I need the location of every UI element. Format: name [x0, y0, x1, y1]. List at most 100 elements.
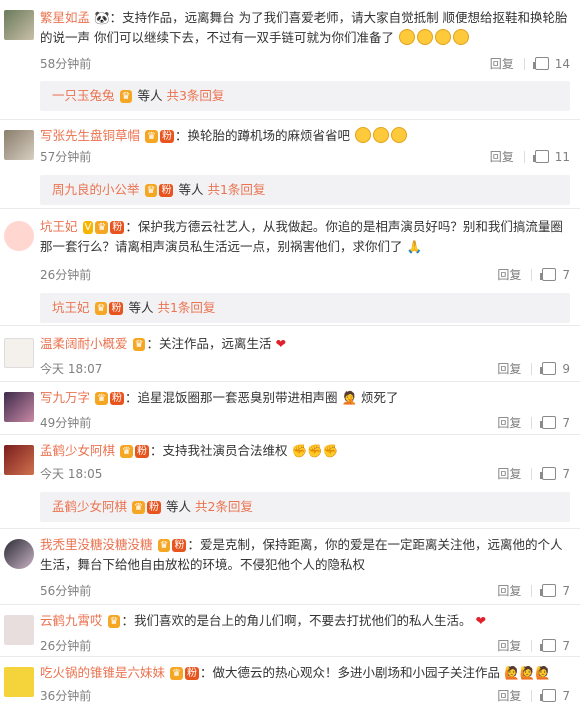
avatar[interactable] [4, 445, 34, 475]
timestamp: 36分钟前 [40, 689, 92, 703]
comment-body: 写九万字 ♛ 粉：追星混饭圈那一套恶臭别带进相声圈 🤦 烦死了 [40, 390, 399, 405]
heart-icon: ❤ [475, 613, 486, 628]
comment-body: 繁星如孟 🐼：支持作品，远离舞台 为了我们喜爱老师，请大家自觉抵制 顺便想给抠鞋… [40, 10, 568, 45]
like-button[interactable]: 7 [540, 267, 570, 282]
fan-badge-icon: 粉 [159, 130, 174, 143]
like-count: 14 [554, 56, 570, 71]
divider [0, 325, 580, 326]
divider [531, 584, 533, 597]
username[interactable]: 坑王妃 [40, 219, 78, 234]
like-count: 7 [562, 415, 570, 430]
sub-reply-count[interactable]: 共3条回复 [166, 88, 224, 103]
sub-replies-bar[interactable]: 周九良的小公举 ♛ 粉 等人 共1条回复 [40, 175, 570, 205]
thumbs-up-icon [532, 57, 549, 70]
like-count: 7 [562, 267, 570, 282]
reply-button[interactable]: 回复 [497, 465, 521, 482]
like-count: 7 [562, 688, 570, 703]
crown-badge-icon: ♛ [132, 501, 145, 514]
timestamp: 56分钟前 [40, 584, 92, 598]
comment-meta: 今天 18:05 回复 7 [40, 465, 570, 483]
comment-feed: 繁星如孟 🐼：支持作品，远离舞台 为了我们喜爱老师，请大家自觉抵制 顺便想给抠鞋… [0, 0, 580, 707]
username[interactable]: 繁星如孟 [40, 10, 90, 25]
sub-replies-bar[interactable]: 坑王妃 ♛ 粉 等人 共1条回复 [40, 293, 570, 323]
divider [0, 119, 580, 120]
username[interactable]: 云鹤九霄哎 [40, 613, 103, 628]
username[interactable]: 写九万字 [40, 390, 90, 405]
username[interactable]: 吃火锅的锥锥是六妹妹 [40, 665, 165, 680]
sub-replies-bar[interactable]: 一只玉兔兔 ♛ 等人 共3条回复 [40, 81, 570, 111]
comment-meta: 36分钟前 回复 7 [40, 687, 570, 705]
thumbs-up-icon [540, 689, 557, 702]
reply-button[interactable]: 回复 [490, 55, 514, 72]
like-button[interactable]: 7 [540, 466, 570, 481]
reply-button[interactable]: 回复 [497, 360, 521, 377]
like-button[interactable]: 11 [532, 150, 570, 164]
like-count: 7 [562, 466, 570, 481]
crown-badge-icon: ♛ [132, 338, 146, 351]
divider [0, 604, 580, 605]
fan-badge-icon: 粉 [184, 667, 199, 680]
thumbs-up-icon [532, 150, 549, 163]
like-count: 7 [562, 583, 570, 598]
reply-button[interactable]: 回复 [497, 414, 521, 431]
comment-meta: 26分钟前 回复 7 [40, 637, 570, 655]
avatar[interactable] [4, 10, 34, 40]
username[interactable]: 我秃里没糖没糖没糖 [40, 537, 153, 552]
fan-badge-icon: 粉 [109, 302, 124, 315]
username[interactable]: 温柔阔耐小概爱 [40, 336, 128, 351]
reply-button[interactable]: 回复 [497, 687, 521, 704]
reply-button[interactable]: 回复 [497, 266, 521, 283]
reply-button[interactable]: 回复 [490, 148, 514, 165]
reply-button[interactable]: 回复 [497, 582, 521, 599]
sub-reply-mid: 等人 [178, 182, 204, 197]
sub-reply-user[interactable]: 坑王妃 [52, 300, 90, 315]
divider [0, 528, 580, 529]
sub-reply-mid: 等人 [165, 499, 191, 514]
sub-reply-count[interactable]: 共2条回复 [195, 499, 253, 514]
avatar[interactable] [4, 392, 34, 422]
comment-text: 做大德云的热心观众！多进小剧场和小园子关注作品 [212, 665, 500, 680]
username[interactable]: 孟鹤少女阿棋 [40, 443, 115, 458]
comment-text: 我们喜欢的是台上的角儿们啊，不要去打扰他们的私人生活。 [133, 613, 472, 628]
like-button[interactable]: 9 [540, 361, 570, 376]
avatar[interactable] [4, 615, 34, 645]
like-button[interactable]: 7 [540, 583, 570, 598]
panda-icon: 🐼 [94, 10, 110, 25]
sub-reply-user[interactable]: 孟鹤少女阿棋 [52, 499, 127, 514]
crown-badge-icon: ♛ [145, 130, 158, 143]
person-raising-hand-icon: 🙋 [519, 665, 536, 680]
avatar[interactable] [4, 338, 34, 368]
like-count: 9 [562, 361, 570, 376]
divider [0, 656, 580, 657]
sub-reply-user[interactable]: 一只玉兔兔 [52, 88, 115, 103]
comment-meta: 26分钟前 回复 7 [40, 266, 570, 284]
avatar[interactable] [4, 221, 34, 251]
username[interactable]: 写张先生盘铜草帽 [40, 128, 140, 143]
crown-badge-icon: ♛ [120, 445, 133, 458]
folded-hands-icon: 🙏 [406, 239, 423, 254]
like-button[interactable]: 7 [540, 688, 570, 703]
comment-body: 温柔阔耐小概爱 ♛ ：关注作品，远离生活 ❤ [40, 336, 286, 351]
timestamp: 58分钟前 [40, 57, 92, 71]
avatar[interactable] [4, 130, 34, 160]
sub-reply-user[interactable]: 周九良的小公举 [52, 182, 140, 197]
reply-button[interactable]: 回复 [497, 637, 521, 654]
sub-replies-bar[interactable]: 孟鹤少女阿棋 ♛ 粉 等人 共2条回复 [40, 492, 570, 522]
heart-icon: ❤ [275, 336, 286, 351]
emoji-icon [416, 29, 433, 45]
like-button[interactable]: 7 [540, 639, 570, 653]
timestamp: 49分钟前 [40, 416, 92, 430]
like-button[interactable]: 14 [532, 56, 570, 71]
divider [0, 434, 580, 435]
avatar[interactable] [4, 667, 34, 697]
comment-body: 吃火锅的锥锥是六妹妹 ♛ 粉：做大德云的热心观众！多进小剧场和小园子关注作品 🙋🙋… [40, 665, 551, 680]
verified-icon: V [82, 221, 94, 234]
avatar[interactable] [4, 539, 34, 569]
thumbs-up-icon [540, 639, 557, 652]
sub-reply-count[interactable]: 共1条回复 [157, 300, 215, 315]
comment-text: 支持我社演员合法维权 [162, 443, 288, 458]
comment-body: 孟鹤少女阿棋 ♛ 粉：支持我社演员合法维权 ✊✊✊ [40, 443, 339, 458]
fist-icon: ✊ [322, 443, 339, 458]
sub-reply-count[interactable]: 共1条回复 [207, 182, 265, 197]
like-button[interactable]: 7 [540, 415, 570, 430]
